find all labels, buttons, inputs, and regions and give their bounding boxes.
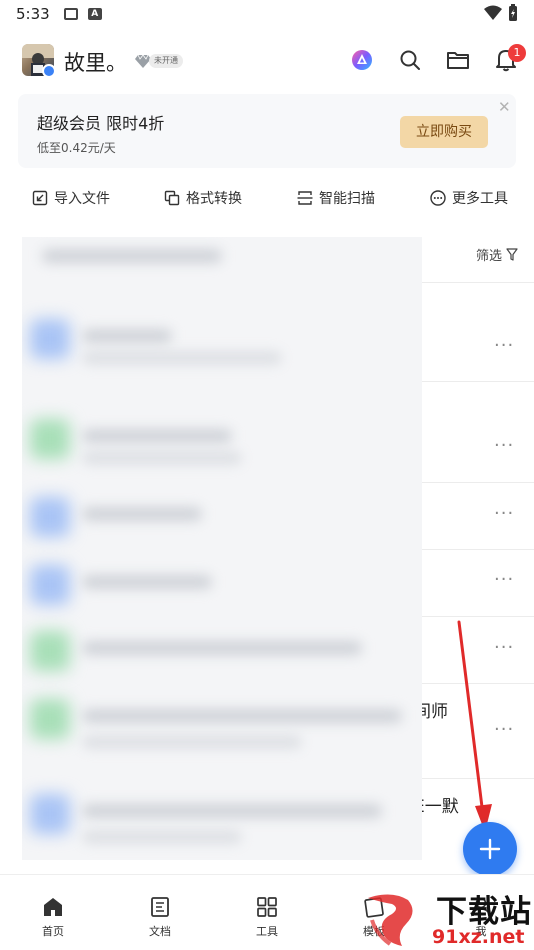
close-icon[interactable]: ✕ bbox=[498, 98, 511, 116]
status-right bbox=[484, 4, 518, 22]
import-file-button[interactable]: 导入文件 bbox=[32, 188, 110, 208]
nav-tools[interactable]: 工具 bbox=[237, 895, 297, 939]
vip-drop-badge bbox=[42, 64, 56, 78]
watermark-url: 91xz.net bbox=[432, 926, 525, 948]
watermark-logo bbox=[368, 894, 413, 946]
convert-icon bbox=[164, 190, 180, 206]
filter-label: 筛选 bbox=[476, 249, 503, 264]
folder-button[interactable] bbox=[444, 46, 472, 74]
quick-tools-bar: 导入文件 格式转换 智能扫描 更多工具 bbox=[0, 180, 534, 220]
filter-button[interactable]: 筛选 bbox=[476, 245, 518, 264]
search-icon bbox=[400, 50, 420, 70]
filter-icon bbox=[506, 248, 518, 261]
document-icon bbox=[151, 897, 169, 917]
format-convert-label: 格式转换 bbox=[186, 191, 242, 207]
import-file-label: 导入文件 bbox=[54, 191, 110, 207]
import-icon bbox=[32, 190, 48, 206]
row-divider bbox=[422, 482, 534, 483]
more-tools-label: 更多工具 bbox=[452, 191, 508, 207]
more-icon bbox=[430, 190, 446, 206]
row-divider bbox=[422, 549, 534, 550]
wifi-icon bbox=[484, 5, 502, 20]
nav-documents[interactable]: 文档 bbox=[130, 895, 190, 939]
site-watermark: 下载站 91xz.net bbox=[362, 886, 534, 950]
annotation-arrow bbox=[457, 620, 492, 832]
nav-home[interactable]: 首页 bbox=[23, 895, 83, 939]
smart-scan-label: 智能扫描 bbox=[319, 191, 375, 207]
vip-badge[interactable]: 未开通 bbox=[135, 52, 183, 70]
row-more-button[interactable]: ··· bbox=[494, 335, 514, 356]
sim-icon: A bbox=[87, 8, 102, 20]
status-time: 5:33 bbox=[16, 5, 50, 23]
format-convert-button[interactable]: 格式转换 bbox=[164, 188, 242, 208]
home-icon bbox=[44, 898, 62, 916]
row-more-button[interactable]: ··· bbox=[494, 569, 514, 590]
app-header: 故里。 未开通 bbox=[0, 36, 534, 86]
user-name[interactable]: 故里。 bbox=[64, 47, 127, 77]
blurred-file-list bbox=[22, 237, 422, 860]
row-more-button[interactable]: ··· bbox=[494, 435, 514, 456]
watermark-title: 下载站 bbox=[436, 894, 532, 930]
nav-home-label: 首页 bbox=[42, 925, 64, 938]
nav-documents-label: 文档 bbox=[149, 925, 171, 938]
battery-icon bbox=[509, 4, 517, 21]
ai-assistant-icon bbox=[352, 50, 372, 70]
row-more-button[interactable]: ··· bbox=[494, 503, 514, 524]
create-fab-button[interactable] bbox=[463, 822, 517, 876]
buy-now-button[interactable]: 立即购买 bbox=[400, 116, 488, 148]
row-divider bbox=[422, 381, 534, 382]
more-tools-button[interactable]: 更多工具 bbox=[430, 188, 508, 208]
promo-subtitle: 低至0.42元/天 bbox=[37, 141, 116, 155]
folder-icon bbox=[447, 52, 469, 69]
scan-icon bbox=[297, 191, 313, 205]
plus-icon bbox=[479, 838, 501, 860]
vip-promo-card[interactable]: 超级会员 限时4折 低至0.42元/天 立即购买 ✕ bbox=[18, 94, 516, 168]
row-divider bbox=[422, 282, 534, 283]
nav-tools-label: 工具 bbox=[256, 925, 278, 938]
search-button[interactable] bbox=[396, 46, 424, 74]
promo-title: 超级会员 限时4折 bbox=[37, 114, 165, 133]
tools-grid-icon bbox=[257, 897, 277, 917]
message-icon bbox=[63, 8, 78, 20]
status-bar: 5:33 A bbox=[0, 0, 534, 28]
vip-status: 未开通 bbox=[149, 54, 183, 68]
notification-count-badge: 1 bbox=[508, 44, 526, 62]
smart-scan-button[interactable]: 智能扫描 bbox=[297, 188, 375, 208]
ai-assistant-button[interactable] bbox=[348, 46, 376, 74]
